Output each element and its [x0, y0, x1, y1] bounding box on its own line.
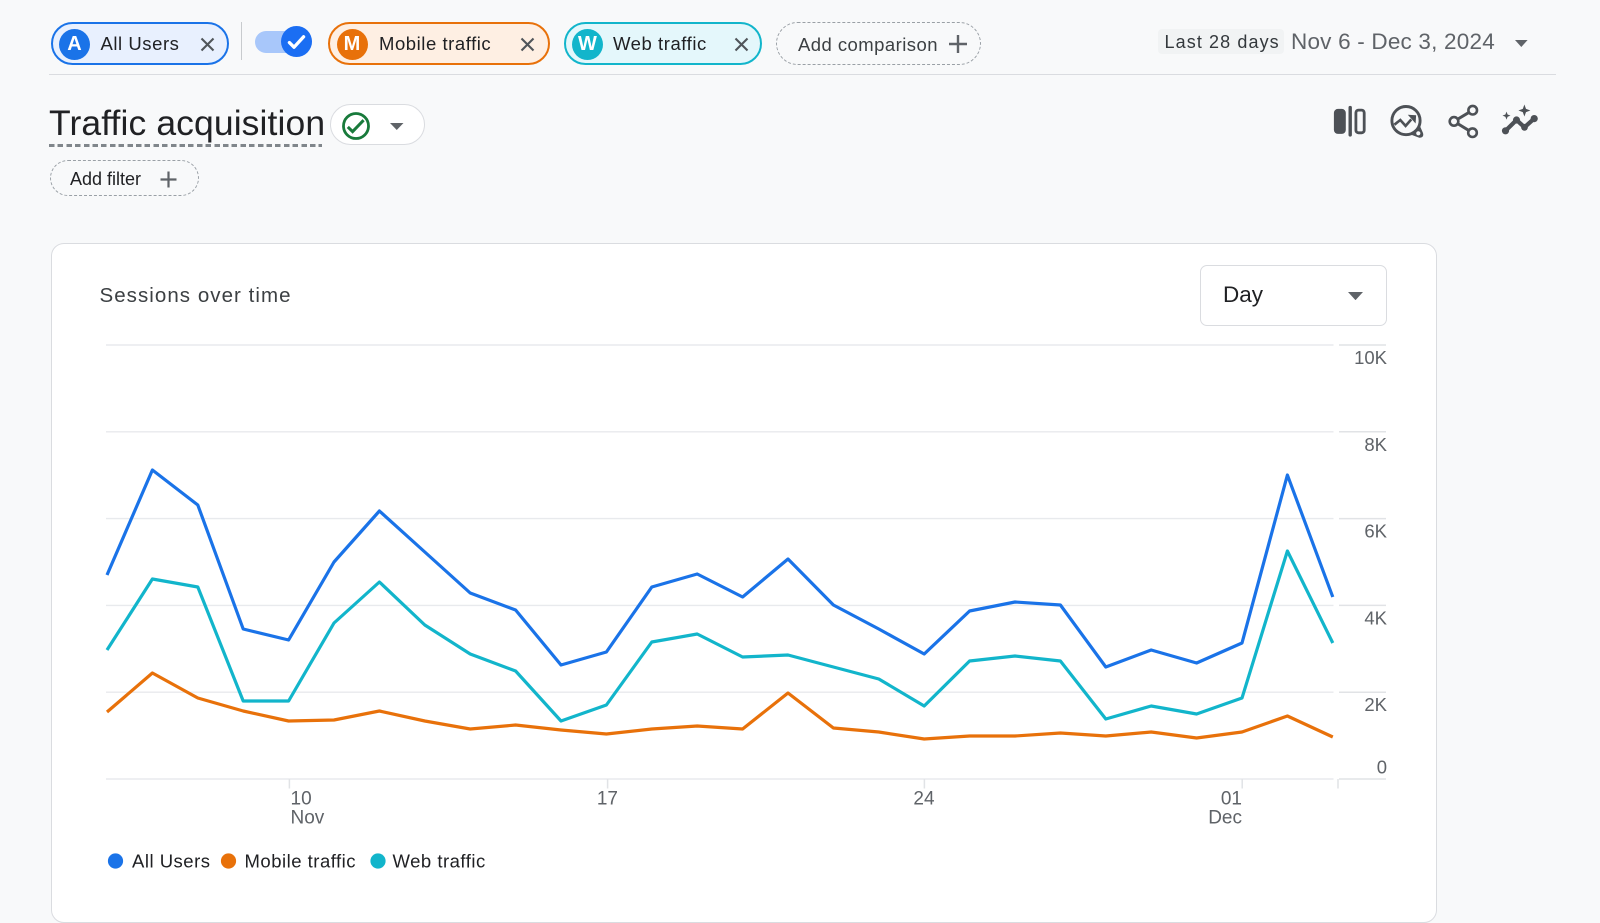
svg-text:Dec: Dec — [1208, 808, 1242, 829]
svg-text:17: 17 — [597, 789, 618, 810]
svg-text:24: 24 — [913, 789, 935, 810]
svg-text:Mobile traffic: Mobile traffic — [245, 851, 357, 872]
svg-text:0: 0 — [1377, 757, 1387, 778]
svg-text:10K: 10K — [1354, 347, 1388, 368]
svg-text:6K: 6K — [1364, 521, 1387, 542]
svg-text:8K: 8K — [1364, 434, 1387, 455]
svg-text:All Users: All Users — [132, 851, 211, 872]
svg-text:Web traffic: Web traffic — [393, 851, 486, 872]
svg-text:Nov: Nov — [291, 808, 325, 829]
svg-text:4K: 4K — [1364, 607, 1387, 628]
svg-text:2K: 2K — [1364, 694, 1387, 715]
